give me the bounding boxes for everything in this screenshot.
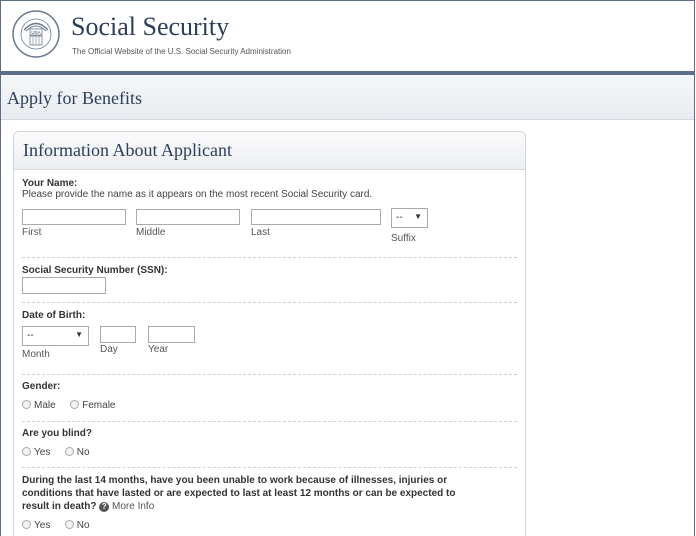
ssa-seal-logo[interactable]: USA (11, 9, 61, 59)
radio-button[interactable] (64, 520, 74, 529)
radio-button[interactable] (22, 520, 31, 529)
section-divider (22, 374, 517, 375)
help-icon[interactable]: ? (99, 502, 110, 512)
ssn-label: Social Security Number (SSN): (22, 265, 168, 276)
radio-button[interactable] (64, 447, 74, 456)
unable-question-line-3-wrap: result in death? ? More Info (22, 500, 517, 513)
month-select[interactable]: -- ▼ (22, 326, 89, 346)
middle-name-input[interactable] (136, 209, 240, 225)
name-label: Your Name: (22, 178, 78, 189)
month-caption: Month (22, 349, 50, 360)
name-section: Your Name: Please provide the name as it… (22, 178, 517, 200)
section-divider (22, 421, 517, 422)
gender-label: Gender: (22, 381, 61, 392)
section-divider (22, 302, 517, 303)
radio-label: No (76, 447, 90, 458)
month-value: -- (27, 330, 34, 341)
unable-to-work-section: During the last 14 months, have you been… (22, 474, 517, 533)
unable-option-yes[interactable]: Yes (22, 520, 50, 531)
blind-label: Are you blind? (22, 428, 92, 439)
radio-label: No (76, 520, 90, 531)
site-subtitle: The Official Website of the U.S. Social … (72, 47, 291, 56)
radio-label: Yes (34, 447, 51, 458)
panel-title: Information About Applicant (23, 140, 232, 160)
more-info-link[interactable]: More Info (112, 501, 154, 512)
ssn-input[interactable] (22, 277, 106, 294)
unable-option-no[interactable]: No (64, 520, 90, 531)
suffix-select[interactable]: -- ▼ (391, 208, 428, 228)
section-divider (22, 467, 517, 468)
gender-option-male[interactable]: Male (22, 400, 56, 411)
radio-button[interactable] (70, 400, 80, 409)
suffix-value: -- (396, 212, 403, 223)
blind-option-yes[interactable]: Yes (22, 447, 50, 458)
radio-label: Female (82, 400, 116, 411)
first-name-caption: First (22, 227, 42, 238)
panel-header: Information About Applicant (14, 132, 525, 170)
last-name-input[interactable] (251, 209, 381, 225)
radio-button[interactable] (22, 400, 31, 409)
section-divider (22, 257, 517, 258)
dob-section: Date of Birth: (22, 310, 517, 321)
day-caption: Day (100, 344, 118, 355)
page: USA Social Security The Official Website… (0, 0, 695, 536)
day-input[interactable] (100, 326, 136, 343)
applicant-info-panel: Information About Applicant Your Name: P… (13, 131, 526, 536)
radio-label: Male (34, 400, 56, 411)
last-name-caption: Last (251, 227, 270, 238)
unable-question-line-1: During the last 14 months, have you been… (22, 475, 448, 486)
dob-label: Date of Birth: (22, 310, 86, 321)
chevron-down-icon: ▼ (75, 330, 83, 339)
year-input[interactable] (148, 326, 195, 343)
site-header: USA Social Security The Official Website… (1, 0, 694, 71)
site-title[interactable]: Social Security (71, 12, 229, 42)
blind-section: Are you blind? Yes No (22, 428, 517, 460)
gender-section: Gender: Male Female (22, 381, 517, 413)
name-hint: Please provide the name as it appears on… (22, 189, 373, 200)
ssn-section: Social Security Number (SSN): (22, 265, 517, 276)
gender-option-female[interactable]: Female (70, 400, 116, 411)
radio-button[interactable] (22, 447, 31, 456)
page-subheader: Apply for Benefits (1, 75, 694, 120)
unable-question-line-3: result in death? (22, 501, 97, 512)
chevron-down-icon: ▼ (414, 212, 422, 221)
middle-name-caption: Middle (136, 227, 166, 238)
first-name-input[interactable] (22, 209, 126, 225)
page-title: Apply for Benefits (7, 88, 142, 108)
blind-option-no[interactable]: No (64, 447, 90, 458)
seal-center-text: USA (31, 30, 40, 35)
year-caption: Year (148, 344, 169, 355)
radio-label: Yes (34, 520, 51, 531)
unable-question-line-2: conditions that have lasted or are expec… (22, 488, 456, 499)
suffix-caption: Suffix (391, 233, 416, 244)
